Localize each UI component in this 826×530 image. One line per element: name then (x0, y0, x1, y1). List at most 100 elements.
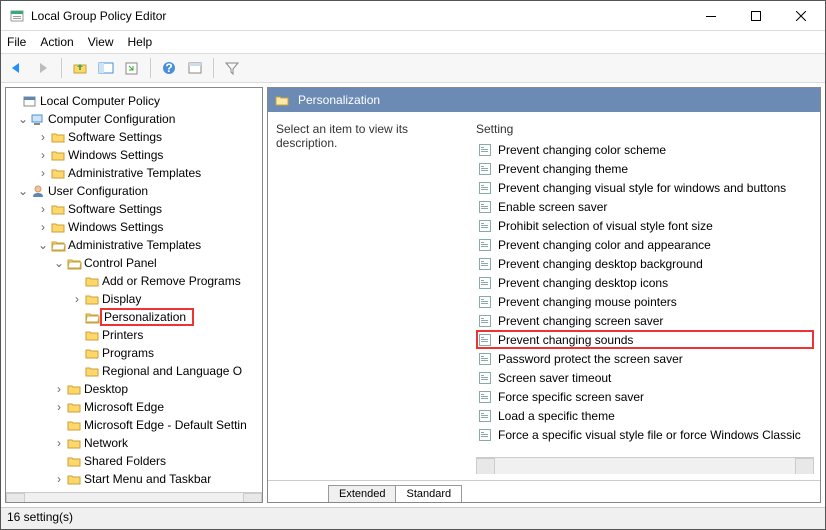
policy-tree: Local Computer Policy ⌄ Computer Configur… (6, 88, 262, 492)
setting-icon (478, 257, 492, 271)
setting-item[interactable]: Prevent changing color scheme (476, 140, 814, 159)
setting-item[interactable]: Load a specific theme (476, 406, 814, 425)
setting-item[interactable]: Prevent changing screen saver (476, 311, 814, 330)
setting-item[interactable]: Prevent changing theme (476, 159, 814, 178)
expand-icon[interactable]: › (36, 220, 50, 234)
show-hide-tree-button[interactable] (94, 56, 118, 80)
setting-item[interactable]: Prevent changing visual style for window… (476, 178, 814, 197)
setting-item[interactable]: Prevent changing mouse pointers (476, 292, 814, 311)
expand-icon[interactable]: ⌄ (52, 256, 66, 270)
setting-item[interactable]: Prevent changing color and appearance (476, 235, 814, 254)
details-title: Personalization (298, 93, 380, 107)
tree-item[interactable]: Software Settings (66, 202, 164, 216)
folder-icon (66, 400, 82, 414)
close-button[interactable] (778, 1, 823, 30)
folder-icon (84, 328, 100, 342)
menu-help[interactable]: Help (128, 35, 153, 49)
settings-list[interactable]: Prevent changing color scheme Prevent cha… (476, 140, 814, 457)
tree-item[interactable]: Display (100, 292, 143, 306)
setting-item[interactable]: Force specific screen saver (476, 387, 814, 406)
setting-label: Prohibit selection of visual style font … (498, 219, 713, 233)
back-button[interactable] (5, 56, 29, 80)
tree-item[interactable]: Printers (100, 328, 145, 342)
properties-button[interactable] (183, 56, 207, 80)
expand-icon[interactable]: › (70, 292, 84, 306)
expand-icon[interactable]: › (36, 166, 50, 180)
tab-extended[interactable]: Extended (328, 485, 396, 502)
toolbar-separator (150, 58, 151, 78)
setting-item[interactable]: Force a specific visual style file or fo… (476, 425, 814, 444)
folder-icon (50, 220, 66, 234)
setting-label: Prevent changing theme (498, 162, 628, 176)
tree-item[interactable]: Administrative Templates (66, 238, 203, 252)
maximize-button[interactable] (733, 1, 778, 30)
setting-icon (478, 238, 492, 252)
setting-item[interactable]: Prevent changing sounds (476, 330, 814, 349)
tree-pane[interactable]: Local Computer Policy ⌄ Computer Configur… (5, 87, 263, 503)
setting-icon (478, 352, 492, 366)
tree-user-config[interactable]: User Configuration (46, 184, 150, 198)
export-button[interactable] (120, 56, 144, 80)
tree-item[interactable]: Windows Settings (66, 220, 165, 234)
folder-open-icon (84, 310, 100, 324)
setting-item[interactable]: Prohibit selection of visual style font … (476, 216, 814, 235)
tree-item[interactable]: Programs (100, 346, 156, 360)
setting-icon (478, 333, 492, 347)
tree-item[interactable]: Software Settings (66, 130, 164, 144)
tab-standard[interactable]: Standard (395, 485, 462, 502)
tree-item[interactable]: Start Menu and Taskbar (82, 472, 213, 486)
expand-icon[interactable]: › (36, 148, 50, 162)
setting-item[interactable]: Prevent changing desktop background (476, 254, 814, 273)
titlebar[interactable]: Local Group Policy Editor (1, 1, 825, 31)
tree-item[interactable]: Windows Settings (66, 148, 165, 162)
app-icon (9, 8, 25, 24)
expand-icon[interactable]: › (52, 472, 66, 486)
expand-icon[interactable]: ⌄ (16, 112, 30, 126)
tree-item[interactable]: Regional and Language O (100, 364, 244, 378)
tree-item[interactable]: Microsoft Edge (82, 400, 166, 414)
expand-icon[interactable]: › (52, 436, 66, 450)
tree-personalization[interactable]: Personalization (100, 308, 194, 326)
folder-icon (66, 418, 82, 432)
expand-icon[interactable]: › (36, 130, 50, 144)
expand-icon[interactable]: ⌄ (36, 238, 50, 252)
folder-icon (50, 130, 66, 144)
setting-label: Prevent changing color and appearance (498, 238, 711, 252)
tree-item[interactable]: Network (82, 436, 130, 450)
expand-icon[interactable]: › (52, 382, 66, 396)
filter-button[interactable] (220, 56, 244, 80)
folder-icon (84, 346, 100, 360)
expand-icon[interactable]: › (52, 400, 66, 414)
tree-item[interactable]: Desktop (82, 382, 130, 396)
setting-label: Prevent changing mouse pointers (498, 295, 677, 309)
tree-item[interactable]: Microsoft Edge - Default Settin (82, 418, 249, 432)
setting-item[interactable]: Enable screen saver (476, 197, 814, 216)
setting-item[interactable]: Prevent changing desktop icons (476, 273, 814, 292)
menu-file[interactable]: File (7, 35, 26, 49)
tree-item[interactable]: Administrative Templates (66, 166, 203, 180)
minimize-button[interactable] (688, 1, 733, 30)
tree-root[interactable]: Local Computer Policy (38, 94, 162, 108)
menu-view[interactable]: View (88, 35, 114, 49)
setting-item[interactable]: Password protect the screen saver (476, 349, 814, 368)
folder-icon (84, 274, 100, 288)
up-button[interactable] (68, 56, 92, 80)
folder-icon (50, 166, 66, 180)
folder-open-icon (66, 256, 82, 270)
expand-icon[interactable]: › (36, 202, 50, 216)
column-header[interactable]: Setting (476, 122, 814, 140)
tree-item[interactable]: Add or Remove Programs (100, 274, 243, 288)
tree-control-panel[interactable]: Control Panel (82, 256, 159, 270)
tree-item[interactable]: Shared Folders (82, 454, 168, 468)
folder-icon (84, 292, 100, 306)
tree-computer-config[interactable]: Computer Configuration (46, 112, 177, 126)
horizontal-scrollbar[interactable] (476, 457, 814, 474)
help-button[interactable]: ? (157, 56, 181, 80)
forward-button[interactable] (31, 56, 55, 80)
expand-icon[interactable]: ⌄ (16, 184, 30, 198)
setting-icon (478, 390, 492, 404)
menu-action[interactable]: Action (40, 35, 73, 49)
setting-label: Prevent changing sounds (498, 333, 633, 347)
horizontal-scrollbar[interactable] (6, 492, 262, 503)
setting-item[interactable]: Screen saver timeout (476, 368, 814, 387)
